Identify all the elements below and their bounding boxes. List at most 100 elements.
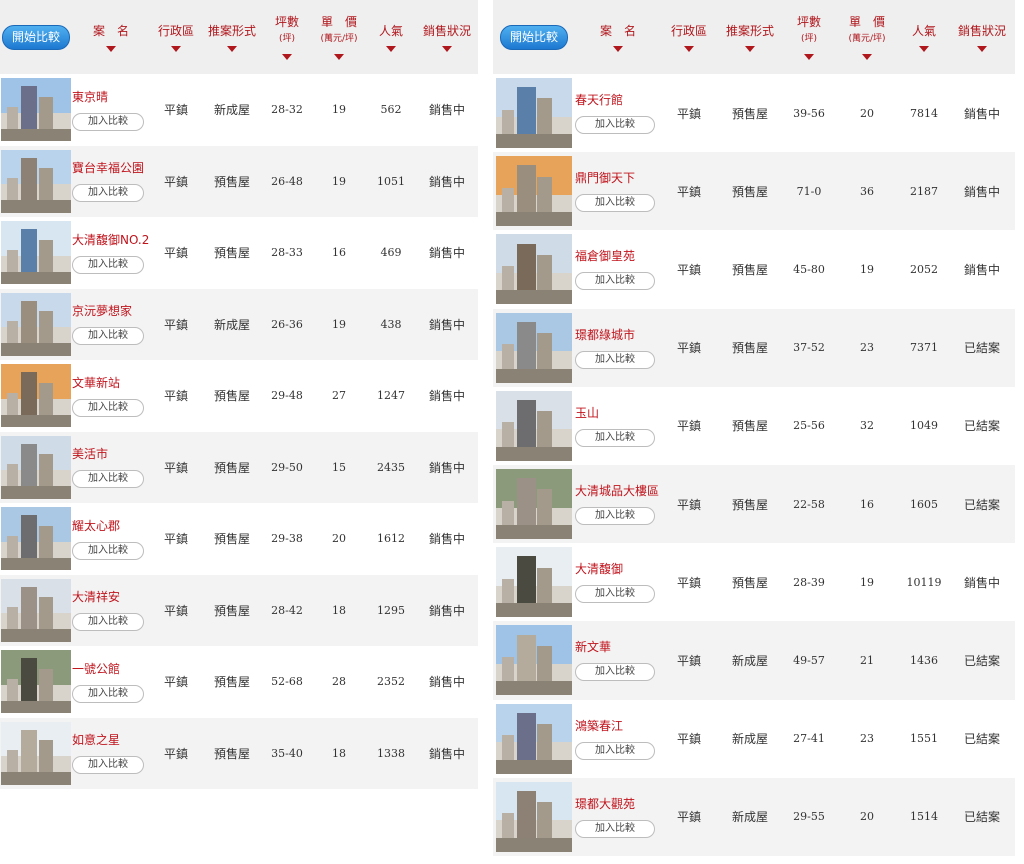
project-photo[interactable]	[496, 625, 572, 696]
sort-price[interactable]: 單 價 (萬元/坪)	[835, 0, 899, 74]
add-compare-button[interactable]: 加入比較	[575, 428, 655, 447]
sort-arrow-icon[interactable]	[684, 45, 694, 52]
sort-district[interactable]: 行政區	[150, 0, 202, 74]
project-photo[interactable]	[1, 578, 71, 642]
type-cell: 預售屋	[213, 460, 250, 475]
sort-type[interactable]: 推案形式	[202, 0, 262, 74]
add-compare-button[interactable]: 加入比較	[72, 398, 144, 417]
add-compare-button[interactable]: 加入比較	[575, 741, 655, 760]
sort-arrow-icon[interactable]	[386, 45, 396, 52]
add-compare-button[interactable]: 加入比較	[72, 470, 144, 489]
start-compare-button[interactable]: 開始比較	[1, 24, 70, 50]
add-compare-button[interactable]: 加入比較	[575, 585, 655, 604]
sort-size[interactable]: 坪數 (坪)	[262, 0, 312, 74]
project-photo[interactable]	[1, 721, 71, 785]
add-compare-button[interactable]: 加入比較	[72, 684, 144, 703]
sort-arrow-icon[interactable]	[171, 45, 181, 52]
table-row: 鼎門御天下 加入比較 平鎮 預售屋 71-0 36 2187 銷售中	[493, 152, 1015, 231]
sort-status[interactable]: 銷售狀況	[416, 0, 478, 74]
sort-arrow-icon[interactable]	[334, 54, 344, 60]
project-name-link[interactable]: 京沅夢想家	[72, 303, 150, 319]
project-name-link[interactable]: 文華新站	[72, 375, 150, 391]
add-compare-button[interactable]: 加入比較	[575, 819, 655, 838]
add-compare-button[interactable]: 加入比較	[575, 116, 655, 135]
add-compare-button[interactable]: 加入比較	[72, 184, 144, 203]
sort-name[interactable]: 案 名	[575, 0, 661, 74]
add-compare-button[interactable]: 加入比較	[72, 613, 144, 632]
project-name-link[interactable]: 新文華	[575, 639, 661, 655]
project-name-link[interactable]: 玉山	[575, 405, 661, 421]
add-compare-button[interactable]: 加入比較	[575, 194, 655, 213]
project-photo[interactable]	[496, 390, 572, 461]
project-photo[interactable]	[1, 435, 71, 499]
project-name-link[interactable]: 璟都大觀苑	[575, 796, 661, 812]
photo-building	[38, 239, 53, 275]
add-compare-button[interactable]: 加入比較	[575, 507, 655, 526]
sort-arrow-icon[interactable]	[919, 45, 929, 52]
project-photo[interactable]	[1, 221, 71, 285]
project-name-link[interactable]: 如意之星	[72, 732, 150, 748]
sort-arrow-icon[interactable]	[282, 54, 292, 60]
district-cell: 平鎮	[163, 675, 188, 690]
project-photo[interactable]	[496, 547, 572, 618]
sort-arrow-icon[interactable]	[804, 54, 814, 60]
popularity-cell: 2352	[377, 675, 405, 689]
project-name-link[interactable]: 鴻築春江	[575, 718, 661, 734]
sort-size[interactable]: 坪數 (坪)	[783, 0, 835, 74]
project-name-link[interactable]: 美活市	[72, 446, 150, 462]
sort-name[interactable]: 案 名	[72, 0, 150, 74]
sort-arrow-icon[interactable]	[613, 45, 623, 52]
sort-arrow-icon[interactable]	[977, 45, 987, 52]
popularity-cell: 1612	[377, 532, 405, 546]
project-photo[interactable]	[496, 78, 572, 149]
project-name-link[interactable]: 春天行館	[575, 92, 661, 108]
project-photo[interactable]	[1, 650, 71, 714]
sort-popularity[interactable]: 人氣	[366, 0, 416, 74]
project-photo[interactable]	[496, 703, 572, 774]
project-photo[interactable]	[1, 507, 71, 571]
sort-price[interactable]: 單 價 (萬元/坪)	[312, 0, 366, 74]
project-name-link[interactable]: 大清馥御	[575, 561, 661, 577]
project-photo[interactable]	[1, 292, 71, 356]
sort-type[interactable]: 推案形式	[717, 0, 783, 74]
add-compare-button[interactable]: 加入比較	[72, 255, 144, 274]
project-photo[interactable]	[496, 234, 572, 305]
add-compare-button[interactable]: 加入比較	[72, 112, 144, 131]
add-compare-button[interactable]: 加入比較	[72, 327, 144, 346]
sort-status[interactable]: 銷售狀況	[949, 0, 1015, 74]
project-photo[interactable]	[496, 312, 572, 383]
project-name-link[interactable]: 東京晴	[72, 89, 150, 105]
project-photo[interactable]	[1, 364, 71, 428]
add-compare-button[interactable]: 加入比較	[72, 756, 144, 775]
project-name-link[interactable]: 大清城品大樓區	[575, 483, 661, 499]
project-photo[interactable]	[496, 156, 572, 227]
project-name-link[interactable]: 璟都綠城市	[575, 327, 661, 343]
sort-arrow-icon[interactable]	[862, 54, 872, 60]
type-cell: 預售屋	[213, 389, 250, 404]
price-cell: 23	[860, 732, 874, 746]
add-compare-button[interactable]: 加入比較	[575, 663, 655, 682]
project-name-link[interactable]: 耀太心郡	[72, 518, 150, 534]
start-compare-button[interactable]: 開始比較	[499, 24, 568, 50]
project-name-link[interactable]: 大清祥安	[72, 589, 150, 605]
project-name-link[interactable]: 一號公館	[72, 661, 150, 677]
sort-arrow-icon[interactable]	[442, 45, 452, 52]
add-compare-button[interactable]: 加入比較	[575, 272, 655, 291]
add-compare-button[interactable]: 加入比較	[72, 541, 144, 560]
sort-arrow-icon[interactable]	[106, 45, 116, 52]
table-row: 新文華 加入比較 平鎮 新成屋 49-57 21 1436 已結案	[493, 621, 1015, 700]
sort-arrow-icon[interactable]	[745, 45, 755, 52]
sort-arrow-icon[interactable]	[227, 45, 237, 52]
project-name-link[interactable]: 鼎門御天下	[575, 170, 661, 186]
thumb-cell	[0, 435, 72, 499]
project-name-link[interactable]: 福倉御皇苑	[575, 248, 661, 264]
project-photo[interactable]	[496, 469, 572, 540]
project-photo[interactable]	[1, 149, 71, 213]
project-name-link[interactable]: 寶台幸福公園	[72, 160, 150, 176]
project-name-link[interactable]: 大清馥御NO.2	[72, 232, 150, 248]
project-photo[interactable]	[1, 78, 71, 142]
sort-popularity[interactable]: 人氣	[899, 0, 949, 74]
add-compare-button[interactable]: 加入比較	[575, 350, 655, 369]
project-photo[interactable]	[496, 781, 572, 852]
sort-district[interactable]: 行政區	[661, 0, 717, 74]
